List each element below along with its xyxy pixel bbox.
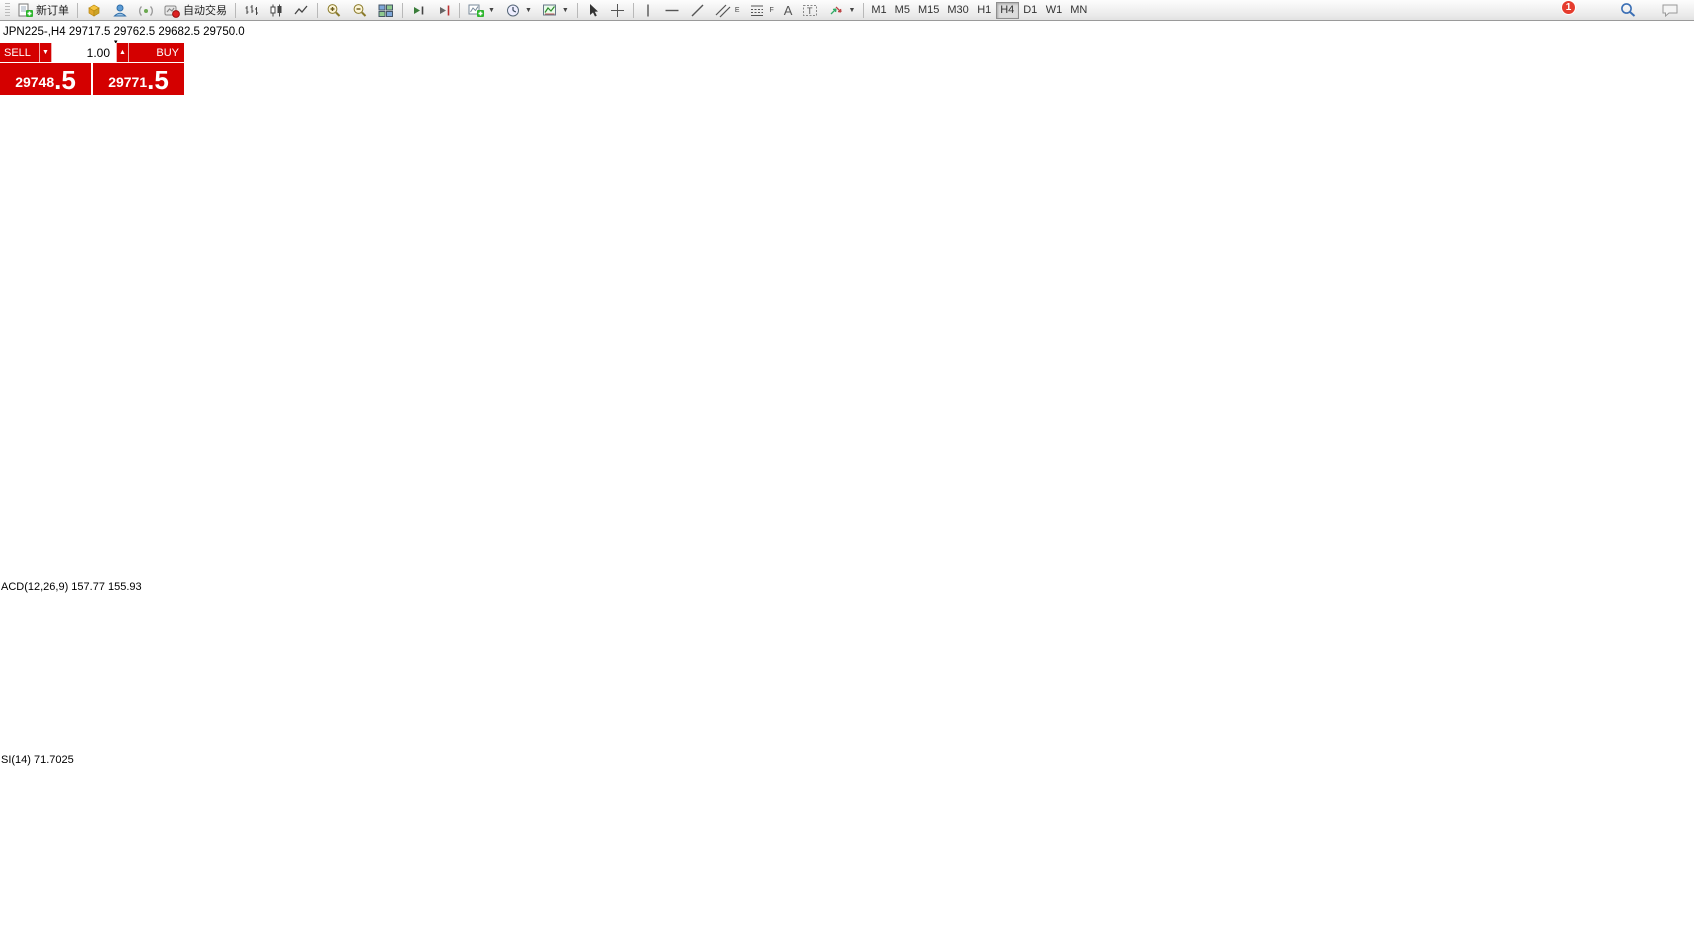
toolbar-separator [577,3,578,18]
candlestick-chart-icon [269,3,284,18]
tab-timeframe-m5[interactable]: M5 [891,2,914,19]
toolbar-separator [459,3,460,18]
new-order-label: 新订单 [36,2,69,18]
arrow-objects-icon [828,3,844,18]
dropdown-arrow: ▼ [488,7,495,14]
chart-shift-button[interactable] [431,1,456,19]
crosshair-tool-button[interactable] [605,1,630,19]
tab-timeframe-h1[interactable]: H1 [973,2,996,19]
toolbar-separator [863,3,864,18]
new-order-button[interactable]: 新订单 [13,1,74,19]
toolbar-separator [77,3,78,18]
volume-decrease-stepper[interactable]: ▼ [39,43,52,62]
svg-text:T: T [807,6,813,16]
auto-scroll-icon [411,3,426,18]
auto-trading-label: 自动交易 [183,2,227,18]
volume-increase-stepper[interactable]: ▲ [116,43,129,62]
line-chart-button[interactable] [289,1,314,19]
new-order-icon [18,3,33,18]
main-toolbar: 新订单 自动交易 ▼ ▼ ▼ E F A T ▼ M1 M5 M15 M30 H… [0,0,1694,21]
auto-trading-button[interactable]: 自动交易 [159,1,232,19]
horizontal-line-tool-button[interactable] [659,1,685,19]
candlestick-chart-button[interactable] [264,1,289,19]
toolbar-separator [633,3,634,18]
dropdown-arrow: ▼ [848,7,855,14]
notification-badge[interactable]: 1 [1561,0,1576,15]
search-icon [1619,2,1637,18]
broadcast-icon [138,3,154,18]
cursor-icon [586,3,600,18]
ask-fraction: .5 [147,67,169,93]
bid-fraction: .5 [54,67,76,93]
line-chart-icon [294,3,309,18]
tab-timeframe-w1[interactable]: W1 [1042,2,1067,19]
text-label-icon: T [802,3,818,18]
volume-input[interactable] [52,43,116,62]
fibo-letter: F [769,7,773,14]
fibonacci-icon [749,3,765,18]
market-depth-button[interactable] [81,1,107,19]
clock-icon [505,3,521,18]
tab-timeframe-m30[interactable]: M30 [943,2,972,19]
horizontal-line-icon [664,3,680,18]
fibonacci-tool-button[interactable]: F [744,1,778,19]
chat-bubble-icon [1661,2,1681,18]
tab-timeframe-h4[interactable]: H4 [996,2,1019,19]
tile-windows-button[interactable] [373,1,399,19]
arrows-tool-button[interactable]: ▼ [823,1,860,19]
tab-timeframe-m15[interactable]: M15 [914,2,943,19]
toolbar-separator [317,3,318,18]
person-icon [112,3,128,18]
toolbar-separator [235,3,236,18]
tab-timeframe-mn[interactable]: MN [1066,2,1091,19]
text-tool-button[interactable]: A [779,1,798,19]
ask-price[interactable]: 29771.5 [93,63,184,95]
bid-price[interactable]: 29748.5 [0,63,91,95]
periods-button[interactable]: ▼ [500,1,537,19]
chart-canvas[interactable] [0,0,1694,943]
sell-button[interactable]: SELL [0,43,39,62]
zoom-out-button[interactable] [347,1,373,19]
tile-windows-icon [378,3,394,18]
community-button[interactable] [107,1,133,19]
buy-button[interactable]: BUY [129,43,184,62]
zoom-out-icon [352,3,368,18]
chart-shift-icon [436,3,451,18]
trendline-tool-button[interactable] [685,1,710,19]
bar-chart-icon [244,3,259,18]
template-icon [542,3,558,18]
indicators-icon [468,3,484,18]
one-click-trading-panel: SELL ▼ ▲ BUY 29748.5 29771.5 [0,43,184,95]
cursor-tool-button[interactable] [581,1,605,19]
dropdown-arrow: ▼ [525,7,532,14]
ask-main: 29771 [108,71,147,93]
crosshair-icon [610,3,625,18]
text-tool-icon: A [784,3,793,18]
tab-timeframe-m1[interactable]: M1 [867,2,890,19]
equidistant-channel-icon [715,3,731,18]
text-label-tool-button[interactable]: T [797,1,823,19]
bar-chart-button[interactable] [239,1,264,19]
bid-main: 29748 [15,71,54,93]
channel-letter: E [735,7,740,14]
vertical-line-tool-button[interactable] [637,1,659,19]
auto-scroll-button[interactable] [406,1,431,19]
indicators-button[interactable]: ▼ [463,1,500,19]
tab-timeframe-d1[interactable]: D1 [1019,2,1042,19]
yellow-box-icon [86,3,102,18]
channel-tool-button[interactable]: E [710,1,745,19]
search-button[interactable] [1614,1,1642,19]
toolbar-separator [402,3,403,18]
dropdown-arrow: ▼ [562,7,569,14]
vertical-line-icon [642,3,654,18]
trendline-icon [690,3,705,18]
templates-button[interactable]: ▼ [537,1,574,19]
toolbar-grip[interactable] [5,3,10,17]
zoom-in-icon [326,3,342,18]
signals-button[interactable] [133,1,159,19]
auto-trading-icon [164,3,180,18]
notifications-button[interactable] [1656,1,1686,19]
zoom-in-button[interactable] [321,1,347,19]
